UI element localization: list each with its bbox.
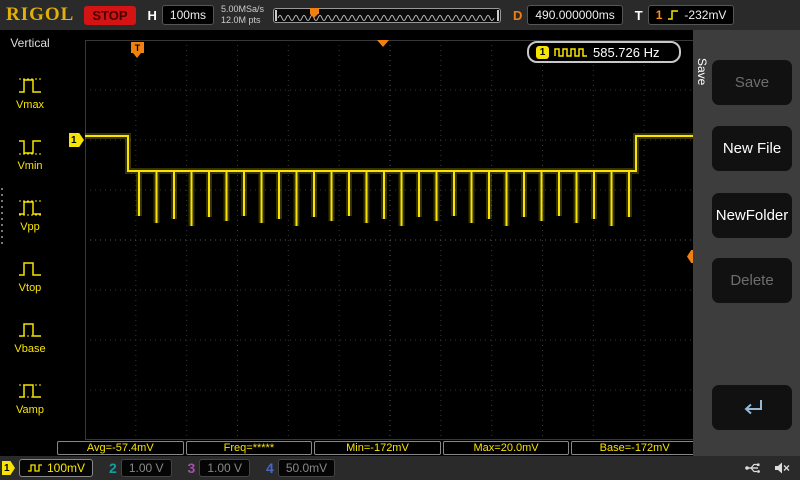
- channel4-status[interactable]: 50.0mV: [277, 459, 336, 477]
- vertical-measure-sidebar: Vertical Vmax Vmin Vpp Vtop Vbase Vamp: [0, 30, 60, 456]
- channel1-offset-marker: 1: [69, 133, 84, 147]
- measurement-freq: Freq=*****: [185, 441, 313, 455]
- channel3-status[interactable]: 1.00 V: [199, 459, 251, 477]
- measurement-base: Base=-172mV: [571, 441, 698, 455]
- sample-rate: 5.00MSa/s: [220, 3, 264, 14]
- sidebar-item-vamp[interactable]: Vamp: [0, 379, 60, 416]
- measurement-min: Min=-172mV: [314, 441, 441, 455]
- channel3-number[interactable]: 3: [188, 460, 196, 476]
- acquisition-info: 5.00MSa/s 12.0M pts: [221, 4, 264, 27]
- horizontal-label: H: [147, 7, 157, 23]
- usb-icon: [745, 463, 760, 473]
- sidebar-item-label: Vtop: [18, 282, 42, 294]
- channel4-scale: 50.0mV: [285, 461, 328, 475]
- channel1-tab: 1: [2, 461, 15, 475]
- memory-position-bar: [272, 7, 501, 23]
- back-button[interactable]: [712, 385, 792, 430]
- speaker-mute-icon: [775, 462, 790, 474]
- channel-status-bar: 1 100mV 2 1.00 V 3 1.00 V 4 50.0mV: [0, 456, 800, 480]
- sidebar-item-label: Vmin: [17, 160, 43, 172]
- trigger-position-flag: T: [131, 42, 144, 58]
- trigger-source-channel: 1: [655, 8, 663, 22]
- sidebar-item-vmin[interactable]: Vmin: [0, 135, 60, 172]
- channel2-scale: 1.00 V: [128, 461, 164, 475]
- channel3-scale: 1.00 V: [207, 461, 243, 475]
- sidebar-item-label: Vamp: [16, 404, 44, 416]
- sidebar-item-label: Vbase: [14, 343, 46, 355]
- new-file-button[interactable]: New File: [712, 126, 792, 171]
- channel1-coupling-icon: [28, 464, 42, 472]
- menu-tab-save: Save: [695, 58, 709, 86]
- delete-button[interactable]: Delete: [712, 258, 792, 303]
- trigger-label: T: [634, 7, 643, 23]
- channel4-number[interactable]: 4: [266, 460, 274, 476]
- freq-counter-channel-badge: 1: [536, 45, 549, 59]
- sidebar-scroll-indicator: [1, 188, 3, 244]
- sidebar-title: Vertical: [10, 36, 50, 50]
- channel1-status[interactable]: 100mV: [19, 459, 94, 477]
- channel1-trace: [85, 133, 693, 226]
- timebase-readout: 100ms: [161, 5, 214, 25]
- new-folder-button[interactable]: NewFolder: [712, 193, 792, 238]
- sidebar-item-vmax[interactable]: Vmax: [0, 74, 60, 111]
- run-state-badge: STOP: [84, 5, 136, 25]
- save-button[interactable]: Save: [712, 60, 792, 105]
- measurement-results-bar: Avg=-57.4mV Freq=***** Min=-172mV Max=20…: [57, 441, 698, 455]
- sidebar-item-vbase[interactable]: Vbase: [0, 318, 60, 355]
- channel2-number[interactable]: 2: [109, 460, 117, 476]
- top-status-bar: RIGOL STOP H 100ms 5.00MSa/s 12.0M pts D…: [0, 0, 800, 30]
- delay-readout: 490.000000ms: [527, 5, 623, 25]
- return-arrow-icon: [744, 399, 762, 414]
- system-icons: [744, 461, 790, 475]
- trigger-readout: 1 -232mV: [647, 5, 735, 25]
- channel2-status[interactable]: 1.00 V: [120, 459, 172, 477]
- horizontal-center-marker: [377, 40, 389, 47]
- delay-label: D: [512, 7, 523, 23]
- graticule: [85, 40, 695, 440]
- vmin-icon: [19, 140, 41, 155]
- sidebar-item-label: Vmax: [15, 99, 45, 111]
- save-menu-panel: Save Save New File NewFolder Delete: [693, 30, 800, 456]
- vamp-icon: [19, 384, 41, 398]
- pulse-train-icon: [554, 48, 587, 57]
- vtop-icon: [19, 262, 41, 276]
- rigol-logo: RIGOL: [6, 4, 75, 25]
- waveform-display: [85, 40, 695, 440]
- trigger-level-value: -232mV: [684, 8, 727, 22]
- measurement-max: Max=20.0mV: [442, 441, 570, 455]
- frequency-value: 585.726 Hz: [593, 44, 660, 60]
- channel1-scale: 100mV: [47, 461, 86, 475]
- memory-depth: 12.0M pts: [220, 15, 261, 25]
- measurement-avg: Avg=-57.4mV: [57, 441, 184, 455]
- sidebar-item-vtop[interactable]: Vtop: [0, 257, 60, 294]
- vpp-icon: [19, 200, 41, 216]
- vmax-icon: [19, 78, 41, 93]
- memory-trigger-marker: [309, 7, 319, 18]
- sidebar-item-label: Vpp: [20, 221, 40, 233]
- vbase-icon: [19, 323, 41, 337]
- sidebar-item-vpp[interactable]: Vpp: [0, 196, 60, 233]
- rising-edge-icon: [668, 10, 679, 20]
- frequency-counter: 1 585.726 Hz: [527, 41, 681, 63]
